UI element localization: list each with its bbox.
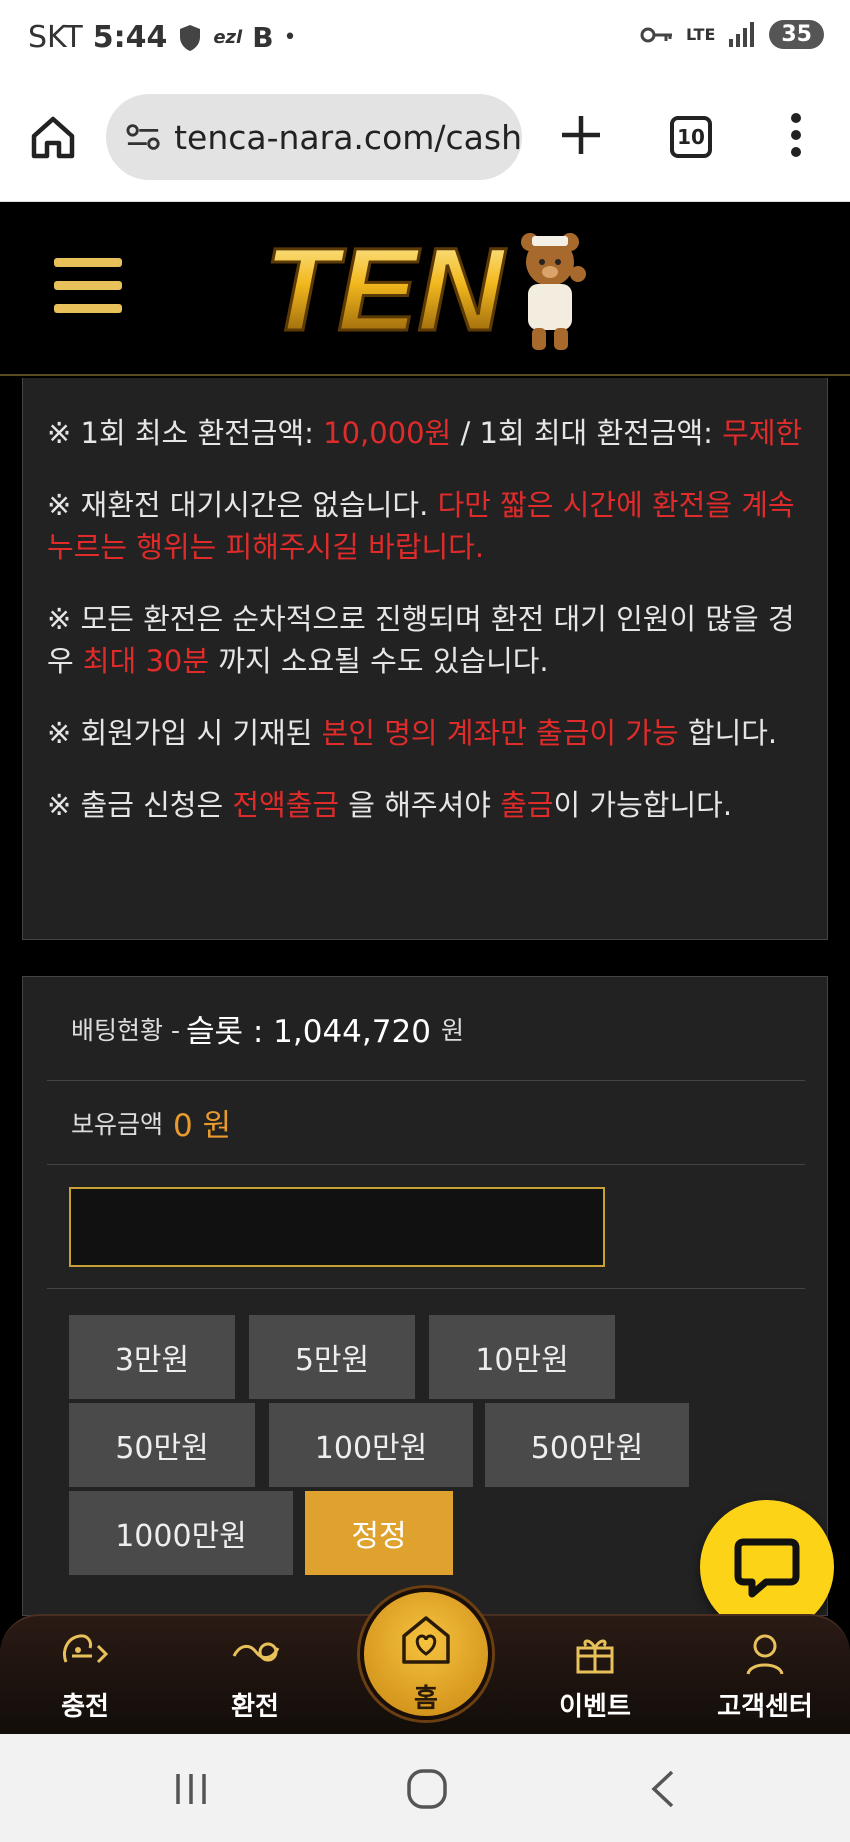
notice-line: ※ 모든 환전은 순차적으로 진행되며 환전 대기 인원이 많을 경우 최대 3…: [47, 602, 795, 678]
more-icon[interactable]: [786, 110, 806, 160]
notice-line: ※ 1회 최소 환전금액: 10,000원 / 1회 최대 환전금액: 무제한: [47, 416, 803, 450]
key-icon: [640, 27, 672, 42]
menu-icon[interactable]: [54, 258, 122, 318]
withdrawal-panel: 배팅현황 - 슬롯 : 1,044,720 원 보유금액 0 원 3만원 5만원…: [22, 976, 828, 1616]
balance-amount: 0 원: [173, 1108, 232, 1144]
address-bar[interactable]: tenca-nara.com/cash: [106, 94, 522, 180]
betting-status-label: 배팅현황 -: [71, 1015, 180, 1045]
notice-line: ※ 재환전 대기시간은 없습니다. 다만 짧은 시간에 환전을 계속 누르는 행…: [47, 488, 795, 564]
signal-icon: [729, 21, 755, 47]
support-icon: [746, 1634, 784, 1675]
nav-event[interactable]: 이벤트: [520, 1616, 670, 1736]
carrier-label: SKT: [28, 20, 83, 55]
site-settings-icon[interactable]: [126, 122, 160, 152]
system-navigation-bar: [0, 1734, 850, 1842]
charge-icon: [63, 1634, 109, 1664]
exchange-icon: [232, 1642, 280, 1662]
amount-50man-button[interactable]: 50만원: [69, 1403, 255, 1487]
clock: 5:44: [92, 20, 168, 55]
ten-logo[interactable]: TEN: [256, 222, 596, 356]
notice-line: ※ 출금 신청은 전액출금 을 해주셔야 출금이 가능합니다.: [47, 788, 733, 822]
home-heart-icon: [402, 1616, 450, 1664]
reset-button[interactable]: 정정: [305, 1491, 453, 1575]
betting-status-row: 배팅현황 - 슬롯 : 1,044,720 원: [47, 977, 805, 1081]
home-icon[interactable]: [30, 114, 76, 160]
withdraw-amount-input[interactable]: [69, 1187, 605, 1267]
battery-indicator: 35: [769, 20, 824, 49]
notice-line: ※ 회원가입 시 기재된 본인 명의 계좌만 출금이 가능 합니다.: [47, 716, 778, 750]
back-icon[interactable]: [640, 1764, 690, 1814]
dot-icon: •: [283, 25, 297, 50]
url-text: tenca-nara.com/cash: [174, 117, 522, 157]
tab-switcher-button[interactable]: 10: [670, 116, 712, 158]
home-system-icon[interactable]: [402, 1764, 452, 1814]
amount-500man-button[interactable]: 500만원: [485, 1403, 689, 1487]
app-notification-icon: ezl: [213, 27, 243, 48]
chat-icon: [734, 1538, 800, 1598]
amount-1000man-button[interactable]: 1000만원: [69, 1491, 293, 1575]
balance-row: 보유금액 0 원: [47, 1081, 805, 1165]
b-app-icon: B: [252, 21, 274, 54]
nav-home[interactable]: 홈: [360, 1588, 492, 1720]
betting-status-unit: 원: [440, 1015, 464, 1045]
svg-text:TEN: TEN: [264, 224, 507, 356]
balance-label: 보유금액: [71, 1109, 164, 1139]
amount-100man-button[interactable]: 100만원: [269, 1403, 473, 1487]
amount-10man-button[interactable]: 10만원: [429, 1315, 615, 1399]
nav-support[interactable]: 고객센터: [690, 1616, 840, 1736]
browser-toolbar: tenca-nara.com/cash 10: [0, 80, 850, 202]
nav-charge[interactable]: 충전: [10, 1616, 160, 1736]
bear-mascot-icon: [521, 233, 586, 350]
status-bar: SKT 5:44 ezl B • LTE 35: [0, 0, 850, 80]
shield-icon: [180, 24, 201, 51]
plus-icon[interactable]: [556, 110, 606, 160]
betting-status-value: 슬롯 : 1,044,720: [185, 1014, 431, 1050]
amount-5man-button[interactable]: 5만원: [249, 1315, 415, 1399]
nav-exchange[interactable]: 환전: [180, 1616, 330, 1736]
recents-icon[interactable]: [166, 1764, 216, 1814]
withdrawal-notice: ※ 1회 최소 환전금액: 10,000원 / 1회 최대 환전금액: 무제한 …: [22, 378, 828, 940]
amount-input-row: [47, 1165, 805, 1289]
network-type: LTE: [685, 25, 716, 44]
amount-3man-button[interactable]: 3만원: [69, 1315, 235, 1399]
event-gift-icon: [576, 1639, 614, 1674]
site-header: TEN: [0, 202, 850, 376]
